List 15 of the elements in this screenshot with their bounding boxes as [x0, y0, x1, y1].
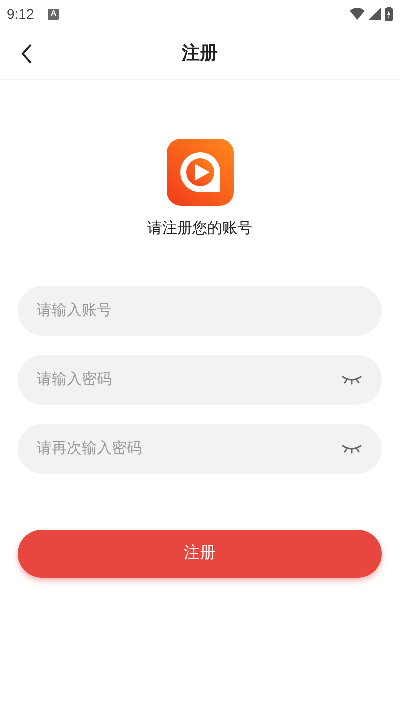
password-field[interactable]: 请再次输入密码 [18, 424, 382, 474]
back-icon [21, 44, 33, 64]
register-button[interactable]: 注册 [18, 530, 382, 578]
battery-icon [385, 7, 393, 21]
status-time: 9:12 [7, 4, 34, 24]
page-title: 注册 [182, 42, 218, 65]
app-logo-icon [166, 139, 234, 206]
input-field[interactable]: 请输入账号 [18, 286, 382, 336]
eye-closed-icon[interactable] [342, 374, 362, 384]
signal-icon [369, 8, 381, 20]
wifi-icon [350, 8, 365, 20]
password-field[interactable]: 请输入密码 [18, 354, 382, 404]
logo-caption: 请注册您的账号 [148, 219, 252, 239]
eye-closed-icon[interactable] [342, 444, 362, 454]
notification-icon: A [48, 8, 60, 20]
